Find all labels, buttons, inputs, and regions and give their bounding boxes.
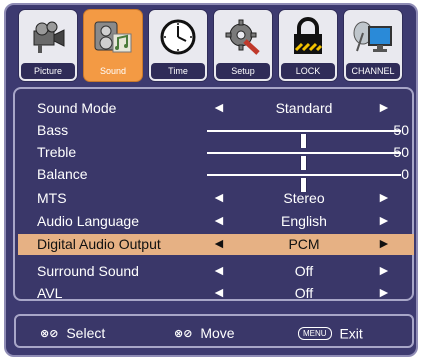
footer-move-label: Move (200, 325, 235, 342)
menu-row-sound-mode[interactable]: Sound Mode ◄ Standard ► (22, 98, 412, 119)
tab-time[interactable]: Time (148, 9, 208, 82)
arrow-left-icon[interactable]: ◄ (212, 212, 226, 228)
menu-row-value: Off (294, 263, 314, 279)
arrow-left-icon[interactable]: ◄ (212, 262, 226, 278)
menu-row-label: MTS (37, 190, 67, 206)
arrow-right-icon[interactable]: ► (377, 262, 391, 278)
menu-row-audio-language[interactable]: Audio Language ◄ English ► (22, 211, 412, 232)
menu-row-mts[interactable]: MTS ◄ Stereo ► (22, 188, 412, 209)
menu-row-avl[interactable]: AVL ◄ Off ► (22, 283, 412, 304)
footer-exit-label: Exit (339, 325, 363, 342)
menu-row-value: English (281, 213, 327, 229)
menu-row-label: AVL (37, 285, 63, 301)
arrow-right-icon[interactable]: ► (377, 99, 391, 115)
tab-picture-label: Picture (21, 63, 75, 79)
menu-row-value: Standard (275, 100, 333, 116)
up-down-buttons-icon: ⊗⊘ (40, 327, 59, 340)
menu-tabs: Picture Sound Time Setup LOCK CHANNEL (18, 9, 418, 85)
menu-row-label: Surround Sound (37, 263, 139, 279)
menu-row-surround-sound[interactable]: Surround Sound ◄ Off ► (22, 261, 412, 282)
menu-row-label: Audio Language (37, 213, 139, 229)
menu-row-label: Bass (37, 122, 69, 138)
arrow-right-icon[interactable]: ► (377, 284, 391, 300)
menu-key-icon: MENU (298, 326, 332, 340)
arrow-right-icon[interactable]: ► (377, 235, 391, 251)
arrow-left-icon[interactable]: ◄ (212, 284, 226, 300)
tab-picture[interactable]: Picture (18, 9, 78, 82)
arrow-right-icon[interactable]: ► (377, 212, 391, 228)
left-right-buttons-icon: ⊗⊘ (174, 327, 193, 340)
tab-channel-label: CHANNEL (346, 63, 400, 79)
speaker-music-icon (84, 10, 142, 63)
footer-exit-hint: MENU Exit (298, 324, 363, 341)
help-footer: ⊗⊘ Select ⊗⊘ Move MENU Exit (14, 314, 414, 348)
menu-row-bass[interactable]: Bass 50 (22, 120, 412, 148)
tab-sound-label: Sound (86, 63, 140, 79)
menu-row-value: Stereo (283, 190, 325, 206)
slider-value: 0 (401, 166, 409, 182)
footer-move-hint: ⊗⊘ Move (174, 324, 235, 341)
menu-row-digital-audio-output[interactable]: Digital Audio Output ◄ PCM ► (18, 234, 414, 255)
tab-setup[interactable]: Setup (213, 9, 273, 82)
menu-row-label: Digital Audio Output (37, 236, 161, 252)
padlock-icon (279, 10, 337, 63)
tab-sound[interactable]: Sound (83, 9, 143, 82)
footer-select-label: Select (66, 325, 106, 342)
arrow-left-icon[interactable]: ◄ (212, 189, 226, 205)
slider-value: 50 (393, 144, 409, 160)
slider-value: 50 (393, 122, 409, 138)
menu-row-value: PCM (288, 236, 320, 252)
menu-row-label: Sound Mode (37, 100, 117, 116)
camcorder-icon (19, 10, 77, 63)
menu-row-balance[interactable]: Balance 0 (22, 164, 412, 192)
menu-row-label: Balance (37, 166, 88, 182)
arrow-left-icon[interactable]: ◄ (212, 99, 226, 115)
tab-time-label: Time (151, 63, 205, 79)
tab-channel[interactable]: CHANNEL (343, 9, 403, 82)
menu-row-value: Off (294, 285, 314, 301)
tab-setup-label: Setup (216, 63, 270, 79)
sound-menu-panel: Sound Mode ◄ Standard ► Bass 50 Treble 5… (13, 87, 414, 301)
menu-row-label: Treble (37, 144, 77, 160)
satellite-monitor-icon (344, 10, 402, 63)
arrow-left-icon[interactable]: ◄ (212, 235, 226, 251)
tab-lock-label: LOCK (281, 63, 335, 79)
arrow-right-icon[interactable]: ► (377, 189, 391, 205)
treble-slider[interactable] (207, 152, 401, 170)
clock-icon (149, 10, 207, 63)
wrench-gear-icon (214, 10, 272, 63)
tab-lock[interactable]: LOCK (278, 9, 338, 82)
bass-slider[interactable] (207, 130, 401, 148)
footer-select-hint: ⊗⊘ Select (40, 324, 105, 341)
balance-slider[interactable] (207, 174, 401, 192)
menu-row-treble[interactable]: Treble 50 (22, 142, 412, 170)
